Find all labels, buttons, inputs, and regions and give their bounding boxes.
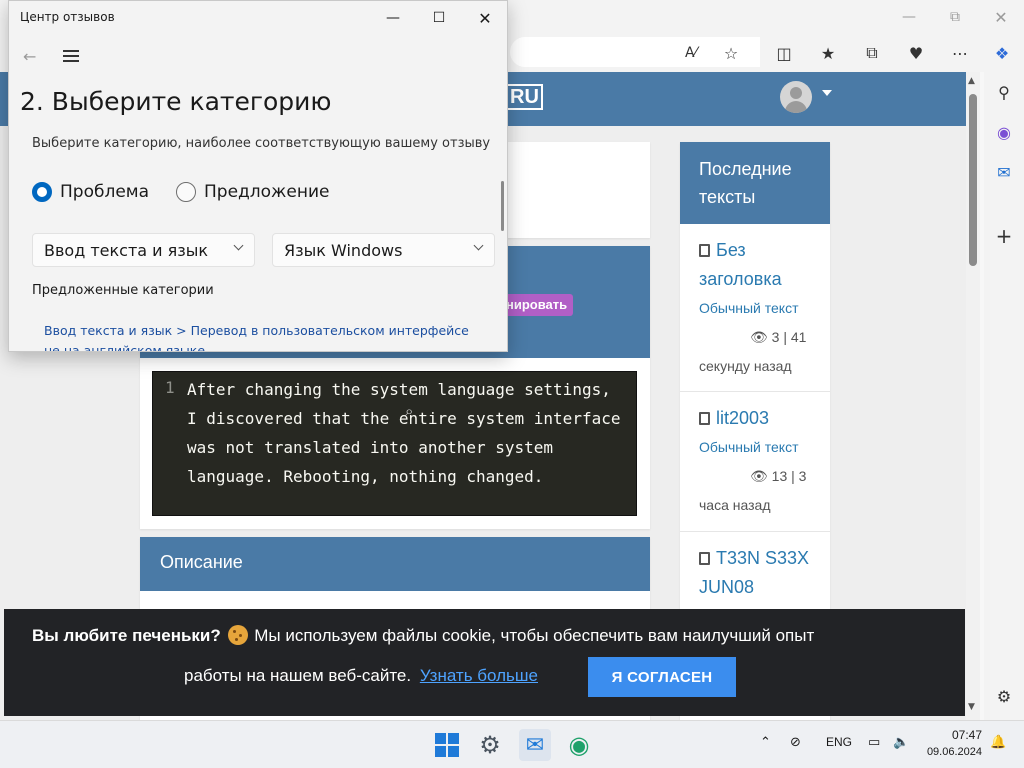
add-icon[interactable]: + <box>992 224 1016 248</box>
show-hidden-icons-chevron-icon[interactable]: ⌃ <box>760 735 771 750</box>
latest-item-title[interactable]: Без заголовка <box>699 236 824 294</box>
clock-time[interactable]: 07:47 <box>930 728 982 742</box>
back-arrow-icon[interactable]: ← <box>23 47 36 66</box>
feedback-window-title: Центр отзывов <box>20 10 115 24</box>
subcategory-select-value: Язык Windows <box>284 240 403 260</box>
input-language[interactable]: ENG <box>826 735 852 749</box>
category-select[interactable]: Ввод текста и язык <box>32 233 255 267</box>
latest-item-type[interactable]: Обычный текст <box>699 300 799 316</box>
browser-restore-button[interactable]: ⧉ <box>932 0 978 34</box>
browser-minimize-button[interactable]: — <box>886 0 932 34</box>
site-logo[interactable]: RU <box>506 84 543 110</box>
favorites-icon[interactable]: ★ <box>814 39 842 67</box>
radio-selected-icon <box>32 182 52 202</box>
latest-texts-header: Последние тексты <box>680 142 830 224</box>
start-windows-icon[interactable] <box>431 729 463 761</box>
step-subtitle: Выберите категорию, наиболее соответству… <box>32 136 491 151</box>
feedback-hub-window: Центр отзывов — ☐ ✕ ← 2. Выберите катего… <box>8 0 508 352</box>
user-avatar[interactable] <box>780 81 812 113</box>
latest-texts-title: Последние тексты <box>699 159 792 207</box>
learn-more-link[interactable]: Узнать больше <box>420 666 538 685</box>
browser-close-button[interactable]: ✕ <box>978 0 1024 34</box>
office-icon[interactable]: ◉ <box>992 120 1016 144</box>
cookie-icon <box>227 625 248 645</box>
network-offline-icon[interactable]: ⊘ <box>790 735 801 750</box>
settings-app-icon[interactable]: ⚙ <box>474 729 506 761</box>
browser-sidebar: ⚲ ◉ ✉ + ⚙ <box>984 72 1024 720</box>
code-block[interactable]: 1 After changing the system language set… <box>152 371 637 516</box>
suggested-category-link[interactable]: Ввод текста и язык > Перевод в пользоват… <box>44 321 484 351</box>
tag-badge[interactable]: нировать <box>500 294 574 316</box>
document-icon <box>699 244 710 257</box>
suggested-categories-label: Предложенные категории <box>32 283 214 298</box>
cookie-message-line2: работы на нашем веб-сайте. Узнать больше <box>184 666 538 686</box>
browser-essentials-icon[interactable]: ♥ <box>902 39 930 67</box>
cookie-banner: Вы любите печеньки? Мы используем файлы … <box>4 609 965 716</box>
hamburger-menu-icon[interactable] <box>63 50 79 62</box>
read-aloud-icon[interactable]: A⁄ <box>677 39 705 67</box>
description-title: Описание <box>160 552 243 572</box>
subcategory-select[interactable]: Язык Windows <box>272 233 495 267</box>
feedback-close-button[interactable]: ✕ <box>462 1 507 35</box>
chevron-down-icon <box>473 240 484 251</box>
latest-item-meta: Обычный текст <box>699 433 824 462</box>
chevron-down-icon <box>233 240 244 251</box>
text-cursor-icon: ⌕ <box>405 402 414 420</box>
user-menu-caret-icon[interactable] <box>822 90 832 96</box>
latest-item-time: секунду назад <box>699 358 792 374</box>
code-text: After changing the system language setti… <box>187 380 631 486</box>
radio-unselected-icon <box>176 182 196 202</box>
scroll-down-icon[interactable]: ▼ <box>968 702 975 712</box>
latest-item-meta: Обычный текст <box>699 294 824 323</box>
radio-suggestion-label: Предложение <box>204 182 330 202</box>
radio-problem[interactable]: Проблема <box>32 182 149 202</box>
search-icon[interactable]: ⚲ <box>992 80 1016 104</box>
clock-date[interactable]: 09.06.2024 <box>910 746 982 758</box>
feedback-hub-app-icon[interactable]: ✉ <box>519 729 551 761</box>
feedback-maximize-button[interactable]: ☐ <box>416 1 462 35</box>
latest-item-title[interactable]: lit2003 <box>699 404 824 433</box>
volume-muted-icon[interactable]: 🔈 <box>893 735 909 750</box>
latest-item[interactable]: lit2003 Обычный текст 👁 13 | 3 часа наза… <box>680 392 830 532</box>
copilot-icon[interactable]: ❖ <box>988 39 1016 67</box>
document-icon <box>699 412 710 425</box>
settings-gear-icon[interactable]: ⚙ <box>992 684 1016 708</box>
collections-icon[interactable]: ⧉ <box>858 39 886 67</box>
radio-problem-label: Проблема <box>60 182 150 202</box>
display-icon[interactable]: ▭ <box>868 735 880 750</box>
feedback-scrollbar[interactable] <box>501 181 504 231</box>
latest-item[interactable]: Без заголовка Обычный текст 👁 3 | 41 сек… <box>680 224 830 392</box>
page-scrollbar[interactable]: ▲ ▼ <box>966 72 980 720</box>
document-icon <box>699 552 710 565</box>
feedback-titlebar[interactable]: Центр отзывов — ☐ ✕ <box>9 1 507 35</box>
latest-item-title[interactable]: T33N S33X JUN08 <box>699 544 824 602</box>
cookie-question: Вы любите печеньки? <box>32 626 221 645</box>
cookie-message: Вы любите печеньки? Мы используем файлы … <box>32 625 942 646</box>
cookie-text: Мы используем файлы cookie, чтобы обеспе… <box>254 626 815 645</box>
step-heading: 2. Выберите категорию <box>20 87 332 116</box>
split-screen-icon[interactable]: ◫ <box>770 39 798 67</box>
favorite-star-icon[interactable]: ☆ <box>717 39 745 67</box>
more-menu-icon[interactable]: ⋯ <box>946 39 974 67</box>
edge-browser-icon[interactable]: ◉ <box>563 729 595 761</box>
latest-item-time: часа назад <box>699 497 771 513</box>
outlook-icon[interactable]: ✉ <box>992 160 1016 184</box>
description-header: Описание <box>140 537 650 591</box>
radio-suggestion[interactable]: Предложение <box>176 182 329 202</box>
category-select-value: Ввод текста и язык <box>44 240 209 260</box>
latest-item-views: 👁 13 | 3 <box>750 468 807 484</box>
scroll-up-icon[interactable]: ▲ <box>968 76 975 86</box>
feedback-minimize-button[interactable]: — <box>370 1 416 35</box>
notification-bell-icon[interactable]: 🔔 <box>990 735 1006 750</box>
scroll-thumb[interactable] <box>969 94 977 266</box>
taskbar: ⚙ ✉ ◉ ⌃ ⊘ ENG ▭ 🔈 07:47 09.06.2024 🔔 <box>0 720 1024 768</box>
latest-item-type[interactable]: Обычный текст <box>699 439 799 455</box>
cookie-accept-button[interactable]: Я СОГЛАСЕН <box>588 657 736 697</box>
cookie-text-2: работы на нашем веб-сайте. <box>184 666 412 685</box>
code-line-number: 1 <box>165 378 175 397</box>
latest-item-views: 👁 3 | 41 <box>750 329 807 345</box>
